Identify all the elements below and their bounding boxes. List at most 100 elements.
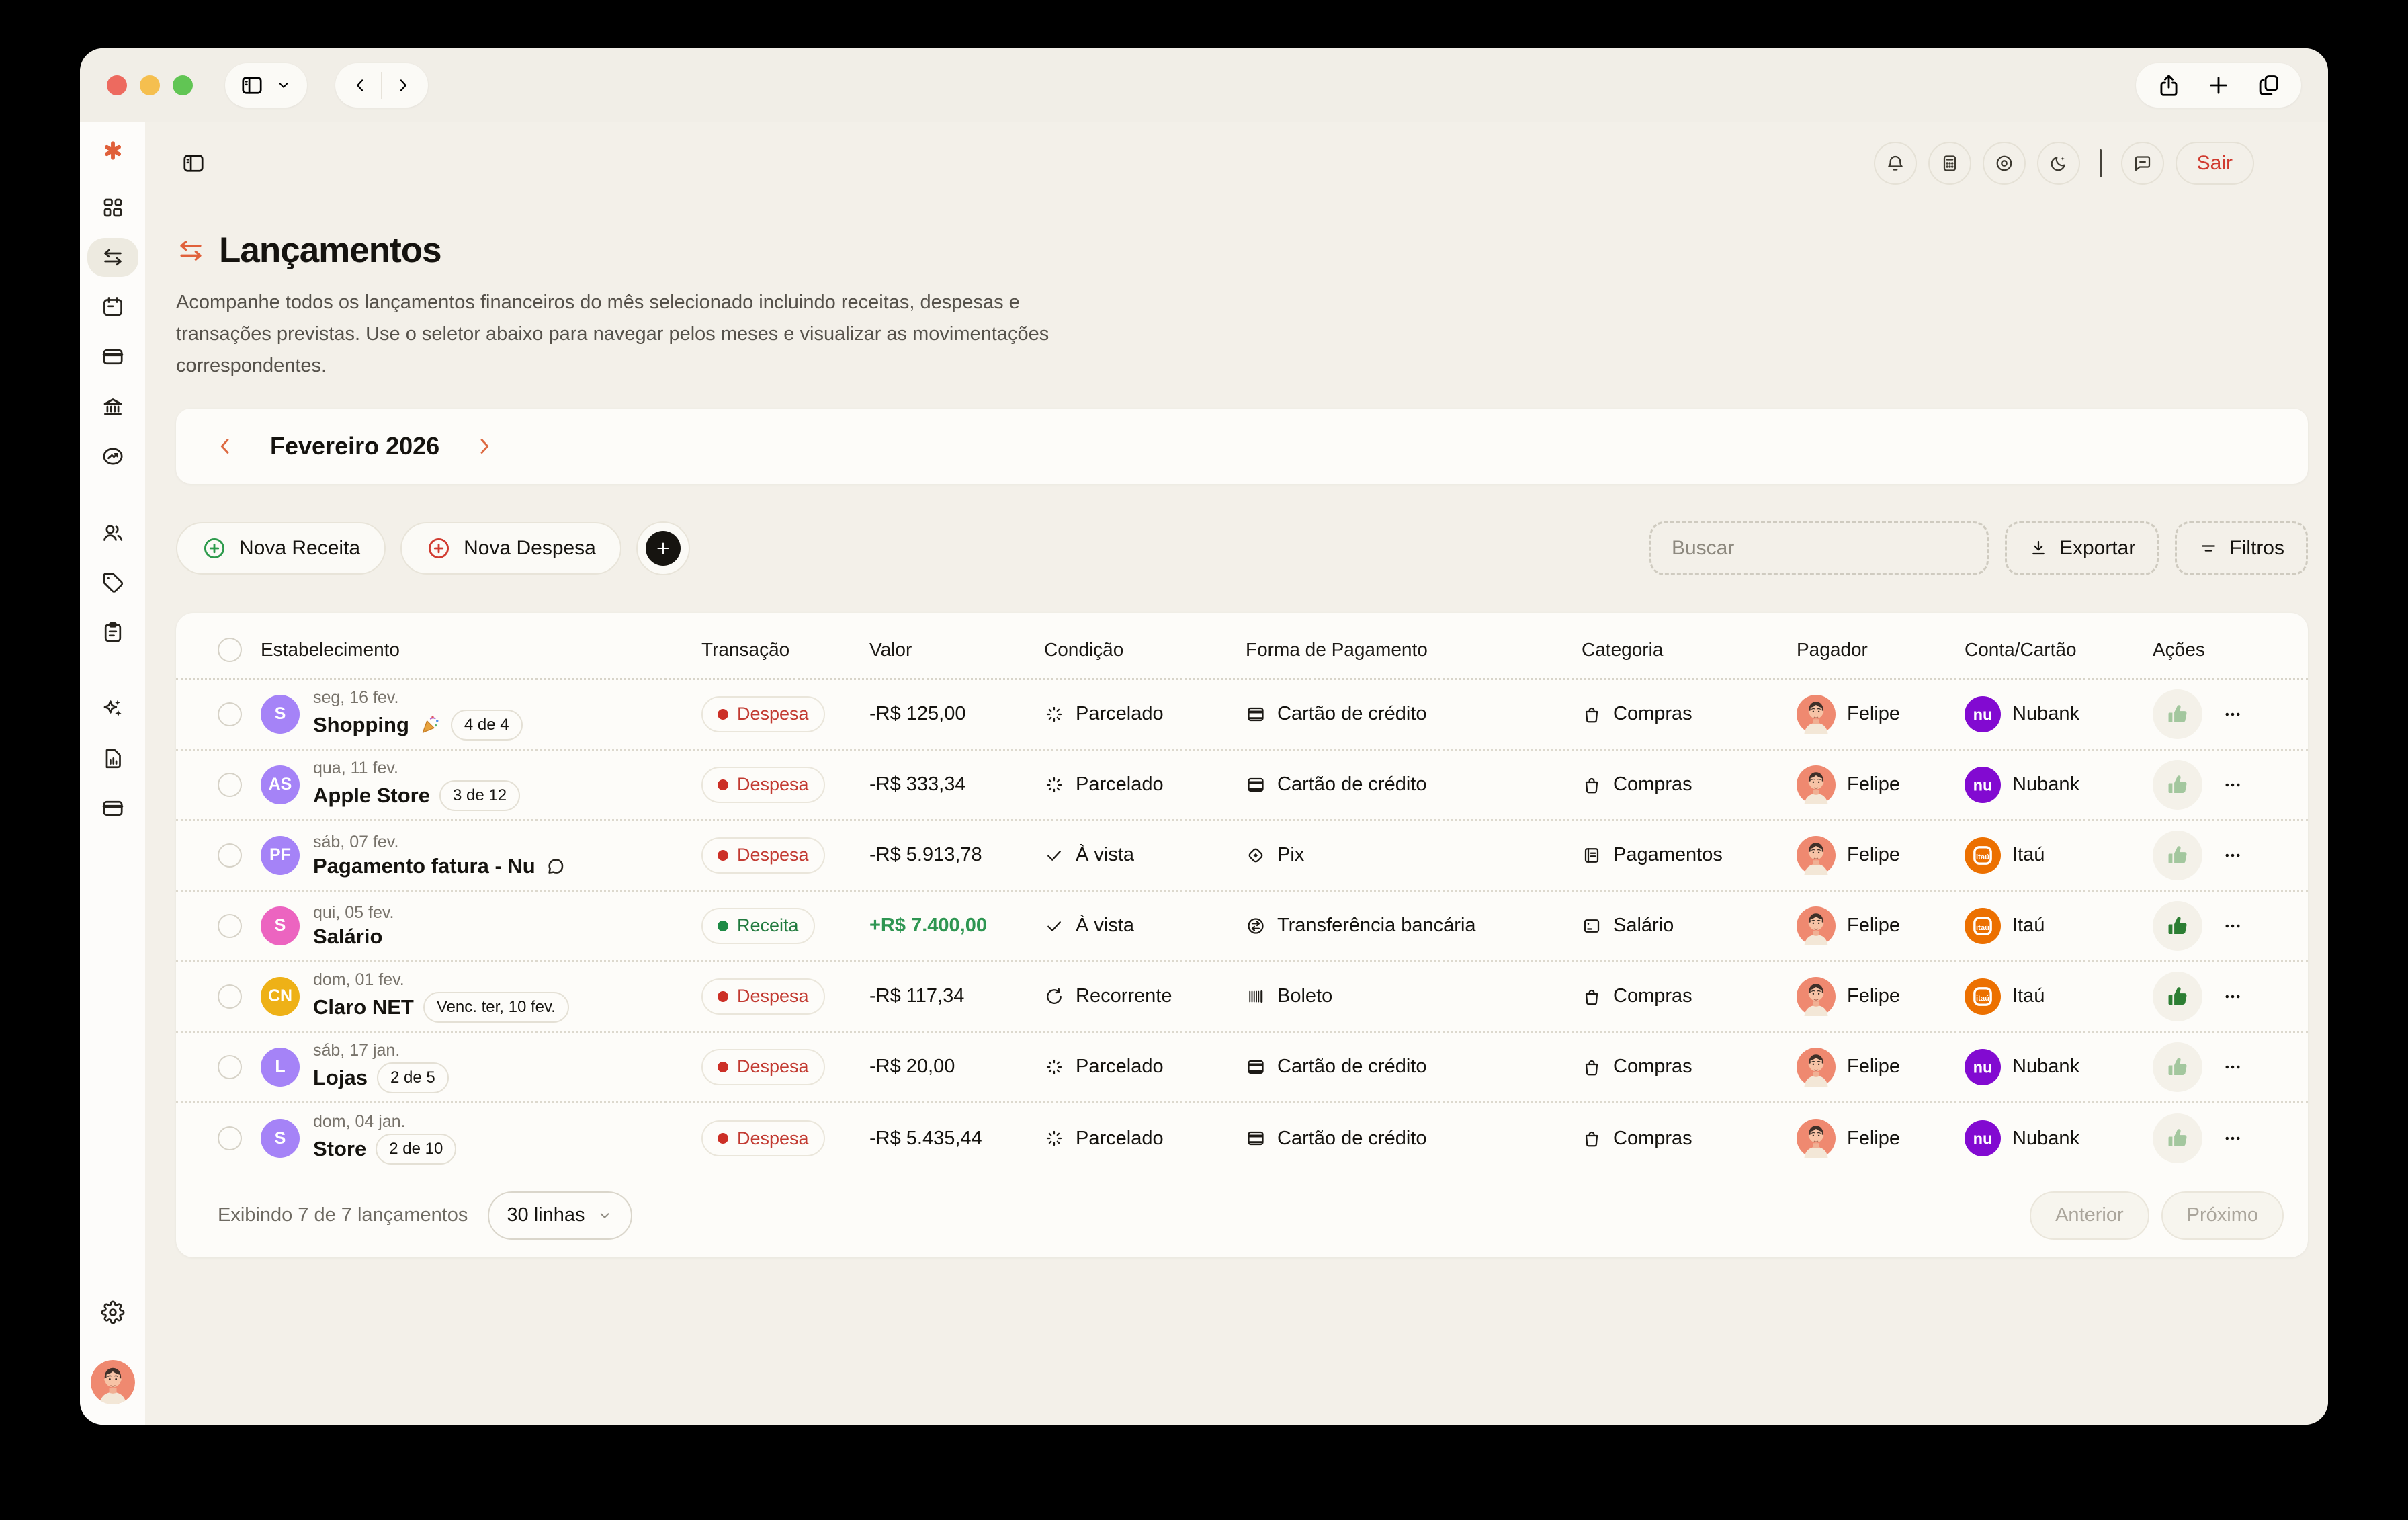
credit-card-filled-icon [1246, 775, 1266, 795]
account-cell: itaúItaú [1965, 908, 2153, 944]
payer-cell: Felipe [1797, 977, 1965, 1016]
sidebar-item-trend-circle[interactable] [87, 437, 138, 476]
confirm-transaction-button[interactable] [2153, 831, 2202, 880]
logout-button[interactable]: Sair [2176, 142, 2254, 185]
more-actions-button[interactable] [2223, 916, 2243, 936]
bank-transfer-icon [1246, 916, 1266, 936]
thumb-up-icon [2165, 1126, 2190, 1151]
merchant-name: Pagamento fatura - Nuba [313, 854, 535, 878]
nubank-logo-icon: nu [1965, 696, 2001, 732]
more-actions-button[interactable] [2223, 845, 2243, 865]
row-checkbox[interactable] [218, 702, 242, 726]
transaction-type-cell: Despesa [701, 837, 869, 874]
payer-cell: Felipe [1797, 836, 1965, 875]
rows-per-page-select[interactable]: 30 linhas [488, 1191, 632, 1240]
next-page-button[interactable]: Próximo [2161, 1191, 2284, 1240]
confirm-transaction-button[interactable] [2153, 901, 2202, 951]
ellipsis-icon [2223, 845, 2243, 865]
sidebar-item-credit-card[interactable] [87, 789, 138, 828]
calculator-button[interactable] [1928, 142, 1971, 185]
toggle-browser-sidebar-button[interactable] [240, 73, 264, 97]
next-month-button[interactable] [472, 433, 497, 459]
shopping-bag-icon [1582, 775, 1602, 795]
panel-left-icon [240, 73, 264, 97]
window-titlebar [80, 48, 2328, 122]
more-actions-button[interactable] [2223, 1057, 2243, 1077]
dark-mode-button[interactable] [2037, 142, 2080, 185]
forward-button[interactable] [393, 75, 413, 95]
app-header: Sair [145, 122, 2328, 204]
gear-icon [101, 1300, 125, 1324]
sidebar-item-clipboard[interactable] [87, 613, 138, 652]
plus-icon [654, 540, 672, 557]
sidebar-item-transactions[interactable] [87, 238, 138, 277]
focus-mode-button[interactable] [1983, 142, 2026, 185]
more-actions-button[interactable] [2223, 775, 2243, 795]
tag-icon [101, 571, 125, 595]
back-button[interactable] [350, 75, 370, 95]
table-row: Lsáb, 17 jan.Lojas2 de 5Despesa-R$ 20,00… [176, 1033, 2308, 1103]
filter-icon [2198, 538, 2219, 558]
new-income-button[interactable]: Nova Receita [176, 522, 386, 575]
sidebar-options-button[interactable] [275, 77, 292, 94]
row-checkbox[interactable] [218, 843, 242, 868]
transaction-date: dom, 01 fev. [313, 970, 569, 990]
new-expense-button[interactable]: Nova Despesa [400, 522, 621, 575]
quick-add-button[interactable] [636, 521, 690, 575]
filters-button[interactable]: Filtros [2175, 521, 2308, 575]
confirm-transaction-button[interactable] [2153, 972, 2202, 1021]
payer-avatar [1797, 906, 1836, 945]
row-checkbox[interactable] [218, 1126, 242, 1150]
sidebar-item-tag[interactable] [87, 563, 138, 602]
row-checkbox[interactable] [218, 984, 242, 1009]
notifications-button[interactable] [1874, 142, 1917, 185]
more-actions-button[interactable] [2223, 704, 2243, 724]
sidebar-item-calendar[interactable] [87, 288, 138, 327]
account-cell: nuNubank [1965, 696, 2153, 732]
close-window-button[interactable] [107, 75, 127, 95]
transactions-icon [176, 236, 206, 265]
user-avatar[interactable] [91, 1360, 135, 1404]
confirm-transaction-button[interactable] [2153, 689, 2202, 739]
condition-cell: À vista [1044, 844, 1246, 866]
show-tabs-button[interactable] [2255, 73, 2281, 98]
sidebar-item-bank[interactable] [87, 387, 138, 426]
row-checkbox[interactable] [218, 773, 242, 797]
settings-button[interactable] [87, 1293, 138, 1332]
previous-page-button[interactable]: Anterior [2030, 1191, 2149, 1240]
zoom-window-button[interactable] [173, 75, 193, 95]
comment-icon[interactable] [544, 855, 567, 878]
sidebar-item-sparkles[interactable] [87, 689, 138, 728]
confirm-transaction-button[interactable] [2153, 760, 2202, 810]
svg-text:nu: nu [1973, 706, 1993, 724]
spinner-icon [1044, 704, 1064, 724]
app-logo-icon [102, 140, 124, 161]
panel-left-icon [181, 151, 206, 175]
calendar-icon [101, 295, 125, 319]
minimize-window-button[interactable] [140, 75, 160, 95]
sidebar-item-dashboard[interactable] [87, 188, 138, 227]
payment-method-cell: Cartão de crédito [1246, 773, 1582, 796]
row-checkbox[interactable] [218, 1055, 242, 1079]
more-actions-button[interactable] [2223, 1128, 2243, 1148]
sidebar-item-credit-card[interactable] [87, 337, 138, 376]
confirm-transaction-button[interactable] [2153, 1042, 2202, 1092]
confirm-transaction-button[interactable] [2153, 1113, 2202, 1163]
row-checkbox[interactable] [218, 914, 242, 938]
payer-cell: Felipe [1797, 765, 1965, 804]
svg-text:nu: nu [1973, 777, 1993, 794]
more-actions-button[interactable] [2223, 986, 2243, 1007]
share-button[interactable] [2156, 73, 2182, 98]
select-all-checkbox[interactable] [218, 638, 242, 662]
transaction-date: qui, 05 fev. [313, 903, 394, 923]
feedback-button[interactable] [2121, 142, 2164, 185]
search-input[interactable] [1649, 521, 1989, 575]
toggle-app-sidebar-button[interactable] [181, 151, 206, 175]
previous-month-button[interactable] [212, 433, 238, 459]
export-button[interactable]: Exportar [2005, 521, 2159, 575]
sidebar-item-report[interactable] [87, 739, 138, 778]
transaction-type-cell: Despesa [701, 1120, 869, 1156]
sidebar-item-users[interactable] [87, 513, 138, 552]
new-tab-button[interactable] [2206, 73, 2231, 98]
table-row: Sdom, 04 jan.Store2 de 10Despesa-R$ 5.43… [176, 1103, 2308, 1174]
